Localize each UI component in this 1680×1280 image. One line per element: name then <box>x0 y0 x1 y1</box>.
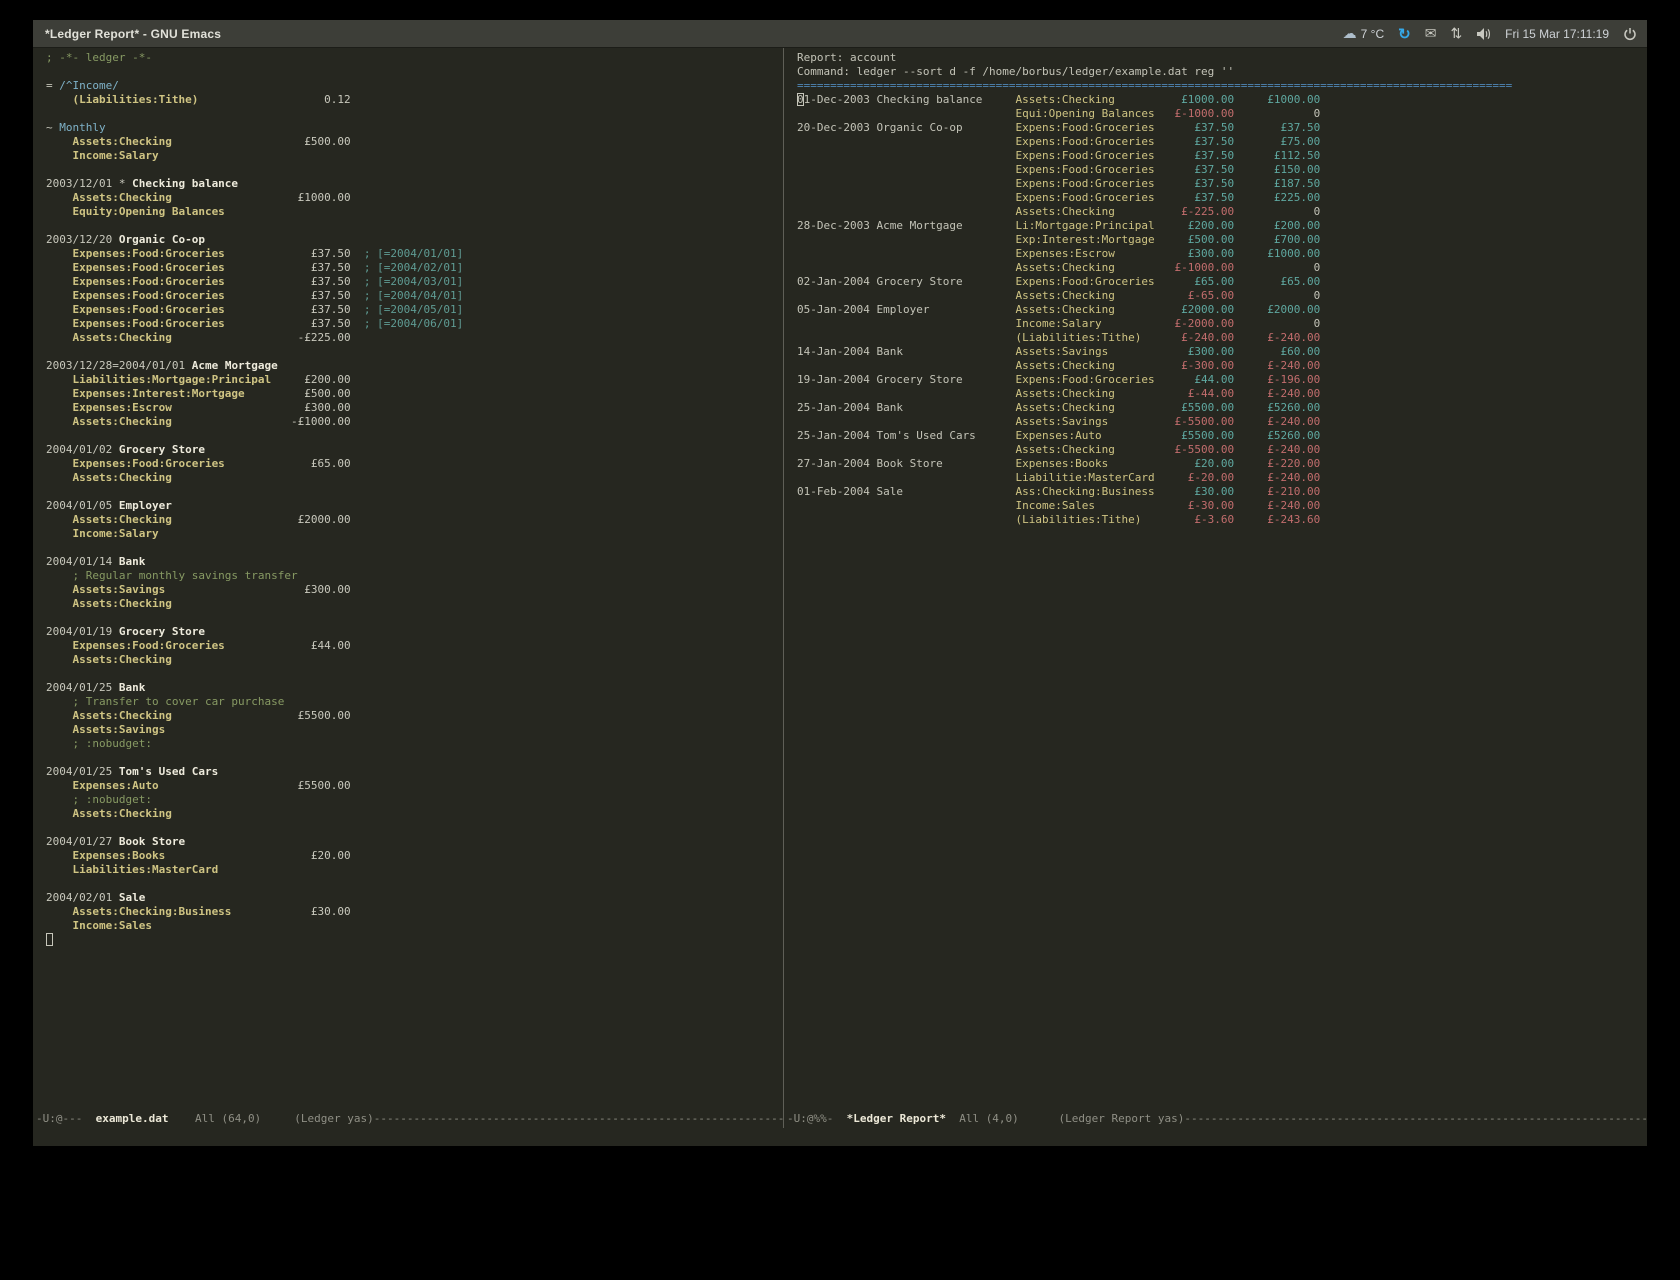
ledger-report-buffer[interactable]: Report: account Command: ledger --sort d… <box>784 48 1647 1110</box>
temperature-label: 7 °C <box>1361 27 1384 41</box>
mail-icon[interactable]: ✉ <box>1425 25 1437 42</box>
frame: ; -*- ledger -*- = /^Income/ (Liabilitie… <box>33 48 1647 1128</box>
right-modeline[interactable]: -U:@%%- *Ledger Report* All (4,0) (Ledge… <box>784 1110 1647 1128</box>
echo-area[interactable] <box>33 1128 1647 1146</box>
weather-icon: ☁ <box>1343 25 1357 42</box>
network-icon[interactable]: ⇅ <box>1450 25 1462 42</box>
window-title: *Ledger Report* - GNU Emacs <box>45 27 221 41</box>
power-icon[interactable] <box>1623 27 1637 41</box>
system-tray: ☁ 7 °C ↻ ✉ ⇅ Fri 15 Mar 17:11:19 <box>1343 25 1637 43</box>
clock-label[interactable]: Fri 15 Mar 17:11:19 <box>1505 27 1609 41</box>
emacs-window: *Ledger Report* - GNU Emacs ☁ 7 °C ↻ ✉ ⇅… <box>33 20 1647 1146</box>
sync-icon[interactable]: ↻ <box>1398 25 1411 43</box>
ledger-file-buffer[interactable]: ; -*- ledger -*- = /^Income/ (Liabilitie… <box>33 48 783 1110</box>
weather-widget[interactable]: ☁ 7 °C <box>1343 25 1384 42</box>
titlebar: *Ledger Report* - GNU Emacs ☁ 7 °C ↻ ✉ ⇅… <box>33 20 1647 48</box>
left-modeline[interactable]: -U:@--- example.dat All (64,0) (Ledger y… <box>33 1110 783 1128</box>
volume-icon[interactable] <box>1476 27 1491 41</box>
left-window: ; -*- ledger -*- = /^Income/ (Liabilitie… <box>33 48 783 1128</box>
right-window: Report: account Command: ledger --sort d… <box>784 48 1647 1128</box>
